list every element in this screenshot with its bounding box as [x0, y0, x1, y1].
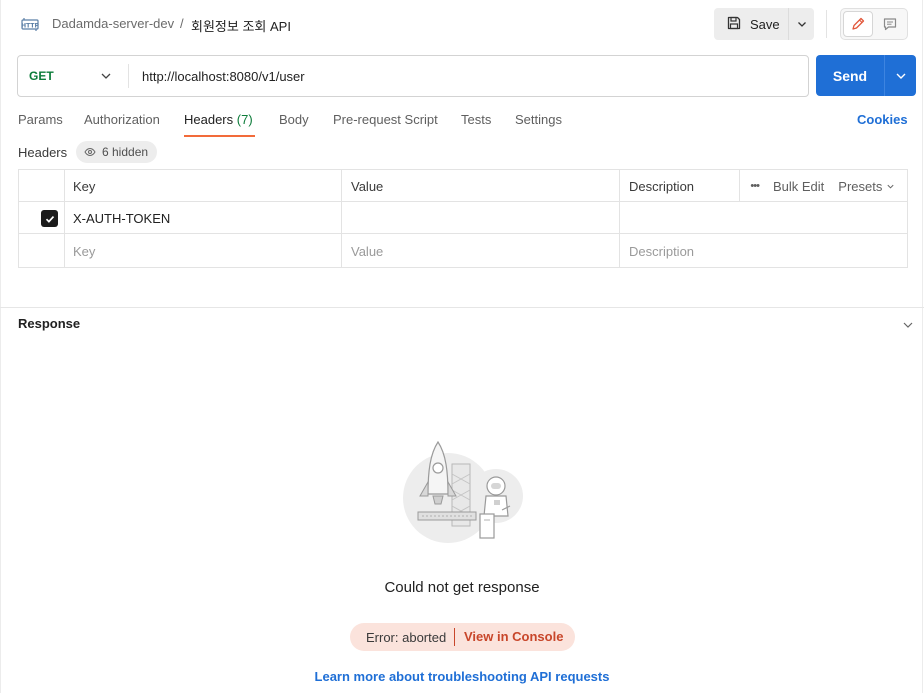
request-title[interactable]: 회원정보 조회 API — [191, 16, 291, 35]
column-divider — [739, 170, 740, 202]
table-row: X-AUTH-TOKEN — [19, 202, 907, 234]
divider — [454, 628, 455, 646]
method-label: GET — [29, 69, 54, 83]
tab-headers-label: Headers — [184, 112, 234, 127]
hidden-headers-count: 6 hidden — [102, 145, 149, 159]
tab-pre-request-script[interactable]: Pre-request Script — [333, 112, 438, 127]
eye-icon — [84, 147, 96, 157]
tab-tests[interactable]: Tests — [461, 112, 491, 127]
save-icon — [726, 15, 742, 34]
table-row-new: Key Value Description — [19, 235, 907, 267]
request-header: HTTP Dadamda-server-dev / 회원정보 조회 API Sa… — [0, 0, 924, 48]
response-title: Response — [18, 316, 81, 331]
more-options-icon[interactable]: ••• — [750, 180, 760, 192]
request-bar: GET — [17, 55, 809, 97]
cookies-link[interactable]: Cookies — [857, 112, 908, 127]
header-description-cell[interactable] — [620, 202, 907, 234]
chevron-down-icon — [896, 73, 905, 79]
presets-label: Presets — [838, 178, 883, 194]
presets-dropdown[interactable]: Presets — [838, 179, 895, 194]
send-options-button[interactable] — [885, 55, 916, 96]
url-input[interactable] — [142, 56, 802, 96]
method-select[interactable]: GET — [18, 56, 128, 96]
column-divider — [341, 170, 342, 267]
response-divider[interactable] — [0, 307, 924, 308]
divider — [826, 10, 827, 38]
edit-mode-button[interactable] — [843, 11, 873, 37]
header-enabled-checkbox[interactable] — [41, 210, 58, 227]
header-key-cell[interactable]: X-AUTH-TOKEN — [64, 202, 342, 234]
check-icon — [45, 215, 54, 223]
save-button-group: Save — [714, 8, 814, 40]
column-header-key: Key — [73, 178, 96, 194]
bulk-edit-button[interactable]: Bulk Edit — [773, 179, 824, 194]
tab-params[interactable]: Params — [18, 112, 63, 127]
hidden-headers-toggle[interactable]: 6 hidden — [76, 141, 158, 163]
tab-authorization[interactable]: Authorization — [84, 112, 160, 127]
column-header-description: Description — [629, 178, 695, 194]
send-button[interactable]: Send — [816, 55, 884, 96]
new-key-input[interactable]: Key — [64, 235, 342, 267]
headers-section-label: Headers — [18, 145, 68, 160]
comment-icon — [883, 18, 897, 31]
breadcrumb-separator: / — [180, 16, 184, 31]
mode-toggle — [840, 8, 908, 40]
table-actions: ••• Bulk Edit Presets — [750, 170, 907, 202]
comment-mode-button[interactable] — [875, 11, 905, 37]
tab-settings[interactable]: Settings — [515, 112, 562, 127]
view-in-console-link[interactable]: View in Console — [464, 629, 563, 644]
chevron-down-icon — [797, 22, 806, 27]
tab-body[interactable]: Body — [279, 112, 309, 127]
save-label: Save — [750, 16, 780, 32]
chevron-down-icon — [887, 184, 894, 189]
tab-headers[interactable]: Headers (7) — [184, 112, 253, 127]
breadcrumb-collection[interactable]: Dadamda-server-dev — [52, 16, 174, 31]
chevron-down-icon[interactable] — [902, 319, 914, 331]
new-value-input[interactable]: Value — [342, 235, 620, 267]
error-text: Error: aborted — [366, 630, 447, 645]
save-button[interactable]: Save — [714, 8, 787, 40]
save-options-button[interactable] — [789, 8, 814, 40]
send-button-group: Send — [816, 55, 916, 96]
header-value-cell[interactable] — [342, 202, 620, 234]
new-description-input[interactable]: Description — [620, 235, 907, 267]
empty-response-message: Could not get response — [384, 579, 540, 596]
divider — [128, 64, 129, 88]
http-icon: HTTP — [20, 14, 40, 34]
error-banner: Error: aborted View in Console — [350, 623, 575, 651]
column-divider — [64, 170, 65, 267]
svg-text:HTTP: HTTP — [21, 23, 39, 30]
tab-headers-count: (7) — [236, 112, 253, 127]
table-header-row: Key Value Description ••• Bulk Edit Pres… — [19, 170, 907, 202]
troubleshooting-link[interactable]: Learn more about troubleshooting API req… — [0, 669, 924, 684]
pencil-icon — [852, 17, 865, 30]
active-tab-indicator — [184, 135, 255, 137]
astronaut-rocket-illustration — [400, 440, 526, 552]
chevron-down-icon — [101, 73, 111, 79]
column-header-value: Value — [351, 178, 384, 194]
headers-table: Key Value Description ••• Bulk Edit Pres… — [18, 169, 908, 268]
column-divider — [619, 170, 620, 267]
